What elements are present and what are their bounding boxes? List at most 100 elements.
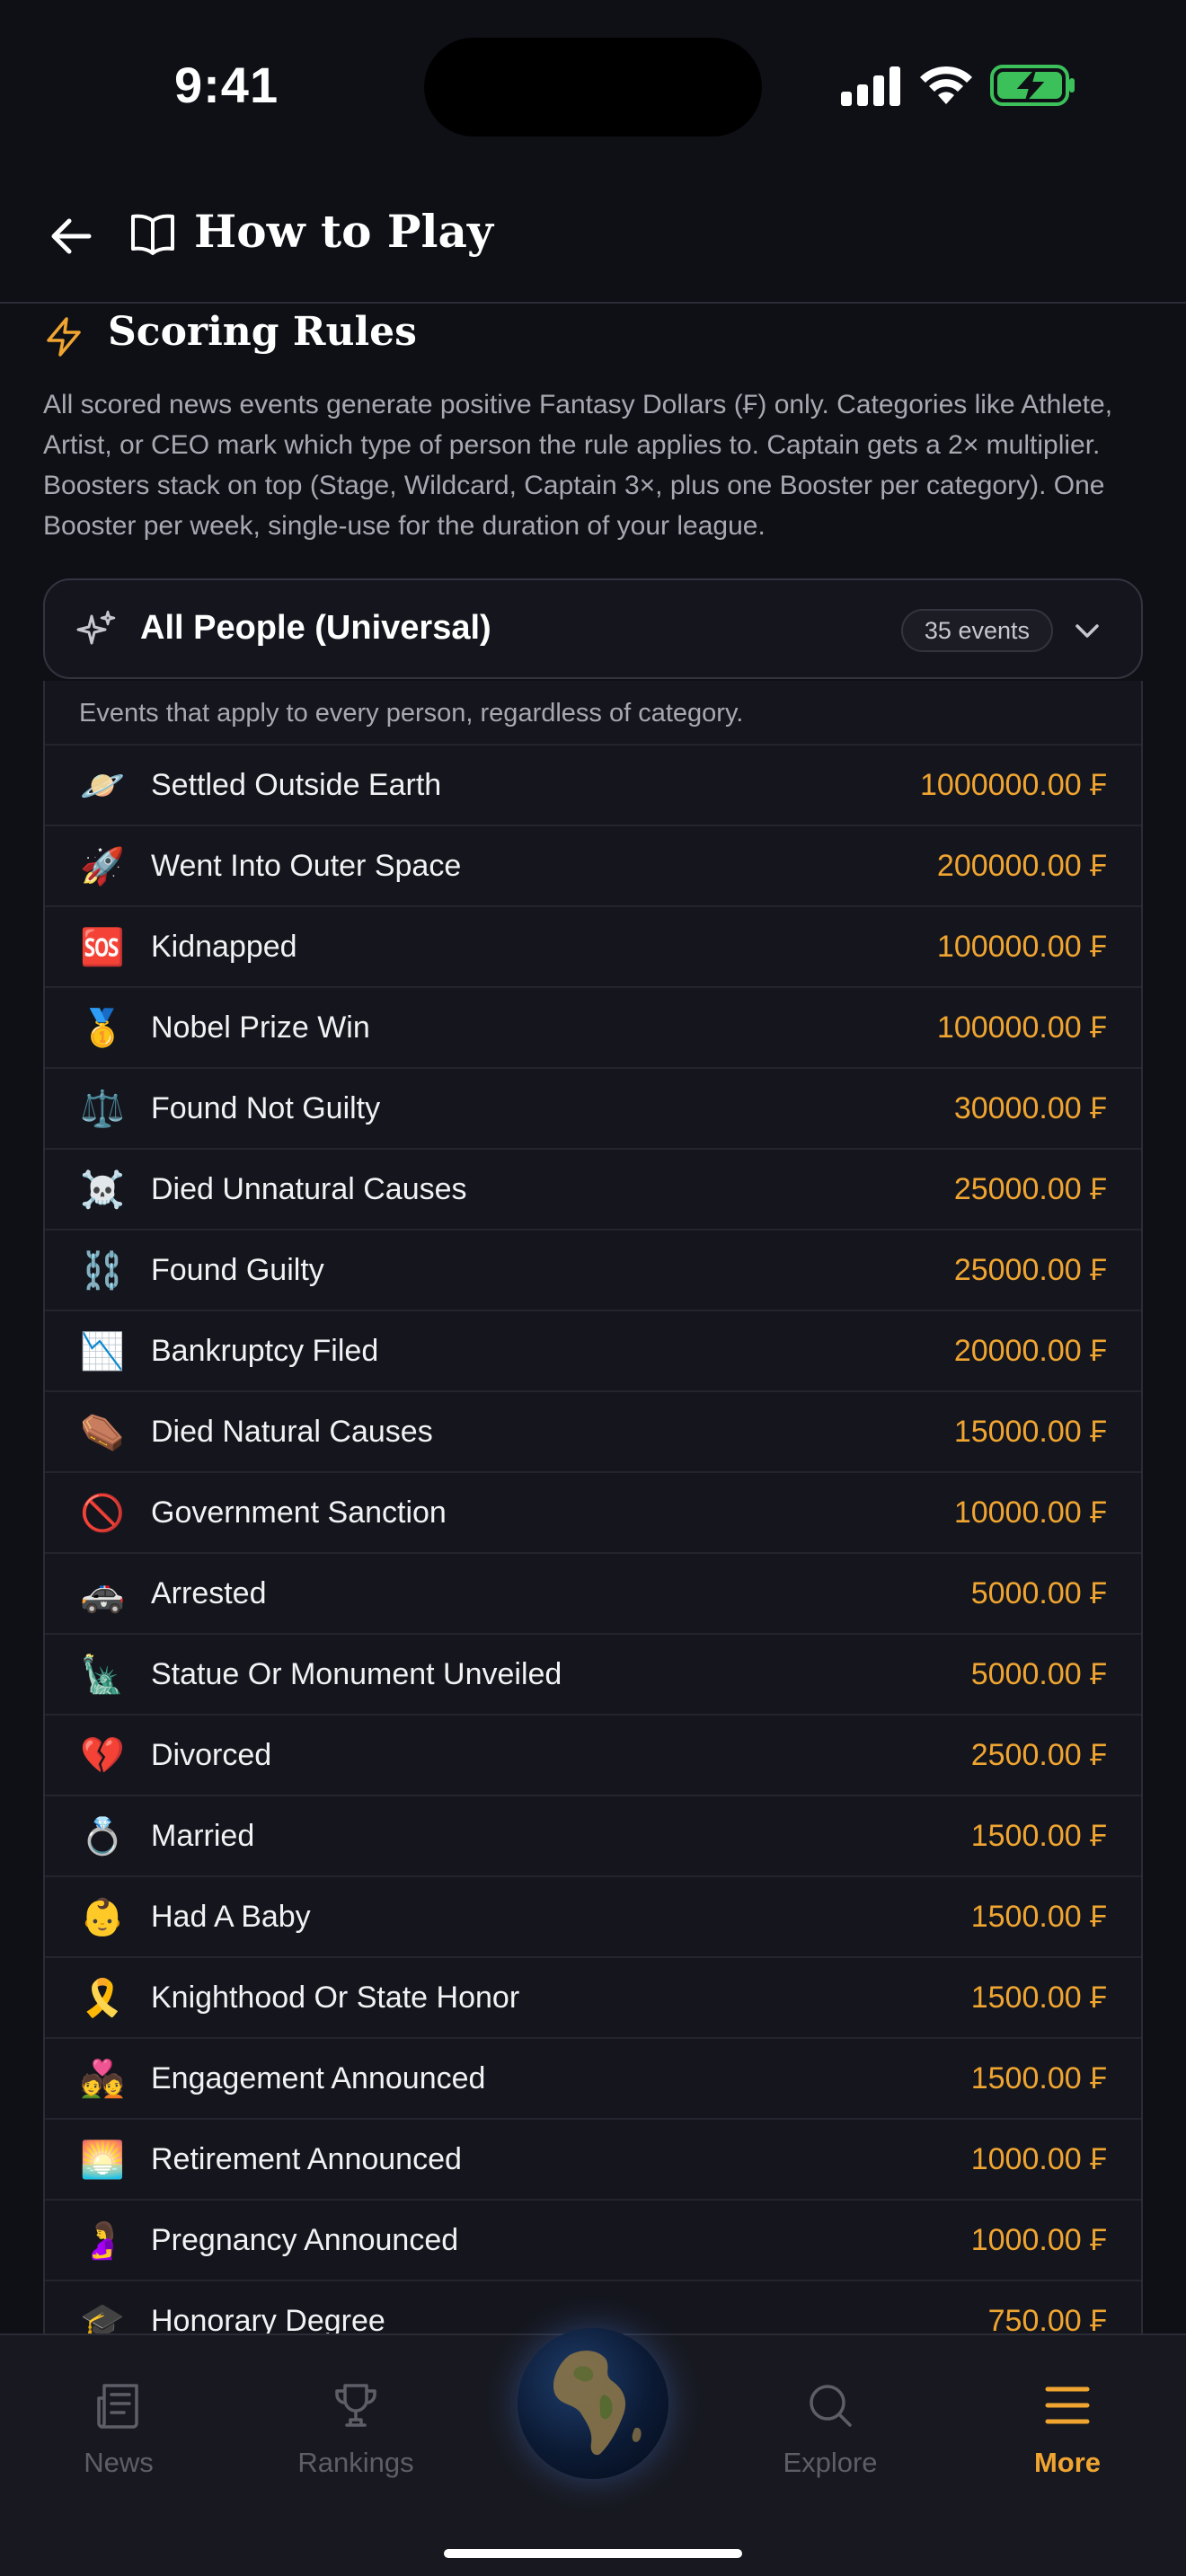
event-emoji-icon: 🥇 <box>80 1008 125 1048</box>
section-description: All scored news events generate positive… <box>43 390 1113 541</box>
event-row: 🎓 Honorary Degree 750.00 ₣ <box>45 2281 1141 2334</box>
back-button[interactable] <box>43 208 99 264</box>
event-label: Engagement Announced <box>151 2060 486 2095</box>
event-value: 30000.00 ₣ <box>953 1090 1107 1125</box>
event-label: Retirement Announced <box>151 2141 462 2176</box>
event-row: 🚀 Went Into Outer Space 200000.00 ₣ <box>45 826 1141 907</box>
tab-more[interactable]: More <box>978 2378 1157 2479</box>
event-value: 10000.00 ₣ <box>953 1495 1107 1530</box>
event-row: 📉 Bankruptcy Filed 20000.00 ₣ <box>45 1311 1141 1392</box>
event-emoji-icon: ⚖️ <box>80 1089 125 1129</box>
event-emoji-icon: 🎓 <box>80 2301 125 2334</box>
event-row: 🥇 Nobel Prize Win 100000.00 ₣ <box>45 988 1141 1069</box>
event-value: 1500.00 ₣ <box>970 1899 1107 1934</box>
event-label: Died Unnatural Causes <box>151 1171 467 1206</box>
event-row: 🤰 Pregnancy Announced 1000.00 ₣ <box>45 2201 1141 2281</box>
category-accordion-header[interactable]: All People (Universal) 35 events <box>43 578 1143 679</box>
event-value: 1000.00 ₣ <box>970 2222 1107 2257</box>
event-value: 1500.00 ₣ <box>970 2060 1107 2095</box>
lightning-bolt-icon <box>47 317 81 357</box>
page-title: How to Play <box>194 205 493 258</box>
event-emoji-icon: 🗽 <box>80 1654 125 1695</box>
event-value: 25000.00 ₣ <box>953 1252 1107 1287</box>
tab-rankings[interactable]: Rankings <box>266 2378 446 2479</box>
event-emoji-icon: 🪐 <box>80 765 125 806</box>
tab-more-label: More <box>1033 2447 1102 2478</box>
event-value: 2500.00 ₣ <box>970 1737 1107 1772</box>
tab-news[interactable]: News <box>29 2378 208 2479</box>
event-label: Divorced <box>151 1737 272 1772</box>
event-row: 🆘 Kidnapped 100000.00 ₣ <box>45 907 1141 988</box>
event-value: 100000.00 ₣ <box>936 929 1107 964</box>
event-row: 🗽 Statue Or Monument Unveiled 5000.00 ₣ <box>45 1635 1141 1716</box>
event-label: Nobel Prize Win <box>151 1010 370 1045</box>
event-emoji-icon: 💑 <box>80 2059 125 2099</box>
event-label: Statue Or Monument Unveiled <box>151 1656 562 1691</box>
newspaper-icon <box>97 2384 138 2429</box>
event-label: Bankruptcy Filed <box>151 1333 379 1368</box>
event-emoji-icon: 🤰 <box>80 2220 125 2261</box>
event-emoji-icon: 🚀 <box>80 846 125 887</box>
event-value: 1000.00 ₣ <box>970 2141 1107 2176</box>
menu-icon <box>1045 2386 1090 2424</box>
event-label: Found Not Guilty <box>151 1090 381 1125</box>
sparkles-icon <box>76 610 116 645</box>
tab-news-label: News <box>84 2447 154 2478</box>
event-row: ⚖️ Found Not Guilty 30000.00 ₣ <box>45 1069 1141 1150</box>
battery-charging-icon <box>990 65 1075 106</box>
book-icon <box>131 214 174 255</box>
event-emoji-icon: ⛓️ <box>80 1250 125 1291</box>
event-value: 15000.00 ₣ <box>953 1414 1107 1449</box>
event-emoji-icon: 🚓 <box>80 1574 125 1614</box>
category-intro: Events that apply to every person, regar… <box>45 681 1141 745</box>
home-indicator <box>444 2549 742 2558</box>
event-value: 100000.00 ₣ <box>936 1010 1107 1045</box>
event-row: ⚰️ Died Natural Causes 15000.00 ₣ <box>45 1392 1141 1473</box>
event-row: 🚫 Government Sanction 10000.00 ₣ <box>45 1473 1141 1554</box>
search-icon <box>810 2385 852 2427</box>
event-label: Pregnancy Announced <box>151 2222 459 2257</box>
event-value: 1000000.00 ₣ <box>920 767 1107 802</box>
dynamic-island <box>424 38 762 137</box>
globe-icon <box>553 2351 642 2456</box>
event-label: Kidnapped <box>151 929 297 964</box>
event-emoji-icon: 🚫 <box>80 1493 125 1533</box>
event-emoji-icon: 💔 <box>80 1735 125 1776</box>
event-value: 750.00 ₣ <box>987 2303 1107 2334</box>
status-time: 9:41 <box>174 57 279 113</box>
event-value: 200000.00 ₣ <box>936 848 1107 883</box>
event-row: ☠️ Died Unnatural Causes 25000.00 ₣ <box>45 1150 1141 1231</box>
event-label: Went Into Outer Space <box>151 848 462 883</box>
event-value: 1500.00 ₣ <box>970 1818 1107 1853</box>
tab-explore-label: Explore <box>783 2447 878 2478</box>
event-row: 👶 Had A Baby 1500.00 ₣ <box>45 1877 1141 1958</box>
chevron-down-icon <box>1075 624 1099 638</box>
page-header: How to Play <box>0 180 1186 304</box>
event-emoji-icon: 👶 <box>80 1897 125 1937</box>
globe-home-button[interactable] <box>518 2328 668 2479</box>
event-row: 🪐 Settled Outside Earth 1000000.00 ₣ <box>45 745 1141 826</box>
event-label: Died Natural Causes <box>151 1414 433 1449</box>
cellular-signal-icon <box>841 66 900 106</box>
tab-rankings-label: Rankings <box>297 2447 414 2478</box>
event-row: 🌅 Retirement Announced 1000.00 ₣ <box>45 2120 1141 2201</box>
wifi-icon <box>920 66 972 104</box>
category-title: All People (Universal) <box>140 609 491 647</box>
arrow-left-icon <box>51 218 92 254</box>
event-row: 🚓 Arrested 5000.00 ₣ <box>45 1554 1141 1635</box>
event-label: Had A Baby <box>151 1899 311 1934</box>
tab-explore[interactable]: Explore <box>740 2378 920 2479</box>
event-row: 💍 Married 1500.00 ₣ <box>45 1796 1141 1877</box>
event-list: Events that apply to every person, regar… <box>43 681 1143 2333</box>
event-emoji-icon: 🌅 <box>80 2139 125 2180</box>
event-label: Government Sanction <box>151 1495 447 1530</box>
trophy-icon <box>335 2384 376 2427</box>
event-label: Found Guilty <box>151 1252 324 1287</box>
status-bar: 9:41 <box>0 0 1186 171</box>
event-label: Married <box>151 1818 255 1853</box>
event-count-badge: 35 events <box>900 609 1053 652</box>
event-label: Settled Outside Earth <box>151 767 442 802</box>
event-value: 5000.00 ₣ <box>970 1575 1107 1610</box>
section-title: Scoring Rules <box>108 309 417 355</box>
event-row: 💑 Engagement Announced 1500.00 ₣ <box>45 2039 1141 2120</box>
